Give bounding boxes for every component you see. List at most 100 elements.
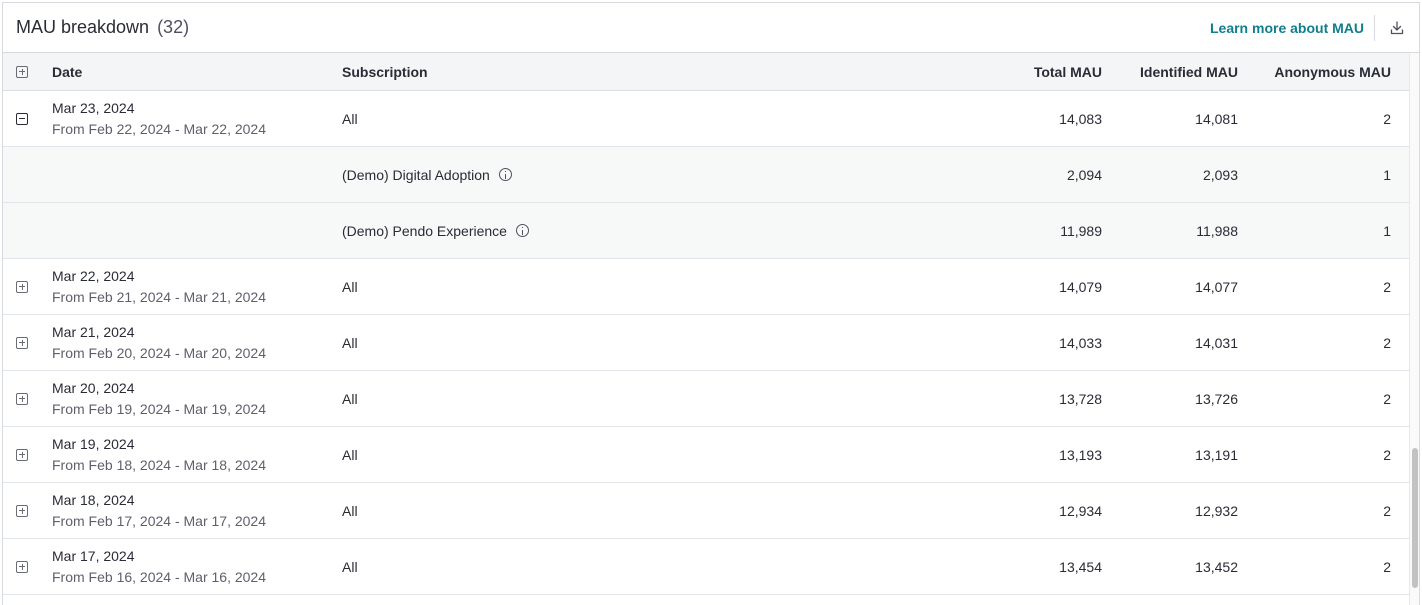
table-header-row: Date Subscription Total MAU Identified M… [3, 53, 1411, 91]
subscription-cell: All [342, 503, 862, 519]
column-header-anonymous-mau[interactable]: Anonymous MAU [1238, 64, 1391, 80]
mau-table: Date Subscription Total MAU Identified M… [3, 53, 1411, 595]
subscription-name: All [342, 502, 358, 519]
subscription-name: All [342, 334, 358, 351]
subscription-cell: All [342, 111, 862, 127]
date-range: From Feb 19, 2024 - Mar 19, 2024 [52, 400, 266, 417]
subscription-name: All [342, 558, 358, 575]
subscription-name: All [342, 446, 358, 463]
expand-row-icon[interactable] [16, 336, 28, 349]
identified-mau-cell: 13,452 [1195, 558, 1238, 575]
table-row: Mar 20, 2024 From Feb 19, 2024 - Mar 19, … [3, 371, 1411, 427]
date-value: Mar 18, 2024 [52, 491, 135, 508]
info-icon[interactable] [498, 168, 512, 181]
date-value: Mar 19, 2024 [52, 435, 135, 452]
anonymous-mau-cell: 1 [1383, 222, 1391, 239]
download-button[interactable] [1375, 3, 1419, 53]
total-mau-cell: 13,193 [1059, 446, 1102, 463]
anonymous-mau-cell: 1 [1383, 166, 1391, 183]
date-cell: Mar 19, 2024 From Feb 18, 2024 - Mar 18, … [39, 434, 342, 476]
table-row: Mar 23, 2024 From Feb 22, 2024 - Mar 22, … [3, 91, 1411, 147]
anonymous-mau-cell: 2 [1383, 334, 1391, 351]
table-row: Mar 21, 2024 From Feb 20, 2024 - Mar 20, … [3, 315, 1411, 371]
download-icon [1390, 20, 1404, 34]
table-row: Mar 17, 2024 From Feb 16, 2024 - Mar 16, … [3, 539, 1411, 595]
expand-cell [3, 280, 39, 293]
date-cell: Mar 22, 2024 From Feb 21, 2024 - Mar 21, … [39, 266, 342, 308]
expand-all-cell [3, 65, 39, 78]
total-mau-cell: 14,079 [1059, 278, 1102, 295]
table-subrow: (Demo) Digital Adoption 2,094 2,093 1 [3, 147, 1411, 203]
total-mau-cell: 11,989 [1060, 222, 1102, 239]
column-header-date[interactable]: Date [39, 64, 342, 80]
table-row: Mar 19, 2024 From Feb 18, 2024 - Mar 18, … [3, 427, 1411, 483]
date-range: From Feb 21, 2024 - Mar 21, 2024 [52, 288, 266, 305]
date-cell: Mar 17, 2024 From Feb 16, 2024 - Mar 16, … [39, 546, 342, 588]
total-mau-cell: 13,454 [1059, 558, 1102, 575]
expand-row-icon[interactable] [16, 392, 28, 405]
expand-cell [3, 392, 39, 405]
identified-mau-cell: 14,077 [1195, 278, 1238, 295]
subscription-cell: All [342, 335, 862, 351]
panel-header: MAU breakdown (32) Learn more about MAU [3, 3, 1419, 53]
expand-cell [3, 112, 39, 125]
date-range: From Feb 17, 2024 - Mar 17, 2024 [52, 512, 266, 529]
identified-mau-cell: 2,093 [1202, 166, 1238, 183]
anonymous-mau-cell: 2 [1383, 110, 1391, 127]
expand-row-icon[interactable] [16, 504, 28, 517]
mau-breakdown-panel: MAU breakdown (32) Learn more about MAU … [2, 2, 1420, 605]
identified-mau-cell: 11,988 [1196, 222, 1238, 239]
identified-mau-cell: 13,726 [1195, 390, 1238, 407]
subscription-name: All [342, 390, 358, 407]
collapse-row-icon[interactable] [16, 112, 28, 125]
subscription-name: All [342, 110, 358, 127]
expand-row-icon[interactable] [16, 448, 28, 461]
column-header-total-mau[interactable]: Total MAU [862, 64, 1102, 80]
table-subrow: (Demo) Pendo Experience 11,989 11,988 1 [3, 203, 1411, 259]
subscription-name: (Demo) Pendo Experience [342, 222, 507, 239]
date-cell: Mar 23, 2024 From Feb 22, 2024 - Mar 22, … [39, 98, 342, 140]
expand-cell [3, 504, 39, 517]
subscription-name: All [342, 278, 358, 295]
date-value: Mar 21, 2024 [52, 323, 135, 340]
subscription-cell: (Demo) Pendo Experience [342, 223, 862, 239]
row-count: (32) [157, 17, 190, 37]
table-row: Mar 18, 2024 From Feb 17, 2024 - Mar 17, … [3, 483, 1411, 539]
subscription-cell: All [342, 279, 862, 295]
date-range: From Feb 20, 2024 - Mar 20, 2024 [52, 344, 266, 361]
subscription-name: (Demo) Digital Adoption [342, 166, 490, 183]
date-value: Mar 17, 2024 [52, 547, 135, 564]
date-value: Mar 22, 2024 [52, 267, 135, 284]
table-row: Mar 22, 2024 From Feb 21, 2024 - Mar 21, … [3, 259, 1411, 315]
column-header-identified-mau[interactable]: Identified MAU [1102, 64, 1238, 80]
identified-mau-cell: 14,081 [1195, 110, 1238, 127]
anonymous-mau-cell: 2 [1383, 502, 1391, 519]
expand-row-icon[interactable] [16, 280, 28, 293]
total-mau-cell: 14,083 [1059, 110, 1102, 127]
vertical-scrollbar[interactable] [1409, 53, 1419, 605]
panel-title: MAU breakdown [16, 17, 150, 37]
anonymous-mau-cell: 2 [1383, 446, 1391, 463]
anonymous-mau-cell: 2 [1383, 390, 1391, 407]
subscription-cell: All [342, 447, 862, 463]
anonymous-mau-cell: 2 [1383, 558, 1391, 575]
info-icon[interactable] [515, 224, 529, 237]
identified-mau-cell: 13,191 [1195, 446, 1238, 463]
total-mau-cell: 2,094 [1066, 166, 1102, 183]
expand-row-icon[interactable] [16, 560, 28, 573]
date-value: Mar 23, 2024 [52, 99, 135, 116]
identified-mau-cell: 14,031 [1195, 334, 1238, 351]
date-cell: Mar 21, 2024 From Feb 20, 2024 - Mar 20, … [39, 322, 342, 364]
date-cell: Mar 18, 2024 From Feb 17, 2024 - Mar 17, … [39, 490, 342, 532]
identified-mau-cell: 12,932 [1195, 502, 1238, 519]
expand-all-icon[interactable] [16, 65, 28, 78]
scrollbar-thumb[interactable] [1412, 448, 1418, 588]
subscription-cell: All [342, 391, 862, 407]
table-body: Mar 23, 2024 From Feb 22, 2024 - Mar 22, … [3, 91, 1411, 595]
expand-cell [3, 448, 39, 461]
expand-cell [3, 336, 39, 349]
date-cell: Mar 20, 2024 From Feb 19, 2024 - Mar 19, … [39, 378, 342, 420]
date-range: From Feb 18, 2024 - Mar 18, 2024 [52, 456, 266, 473]
learn-more-link[interactable]: Learn more about MAU [1210, 20, 1374, 36]
column-header-subscription[interactable]: Subscription [342, 64, 862, 80]
